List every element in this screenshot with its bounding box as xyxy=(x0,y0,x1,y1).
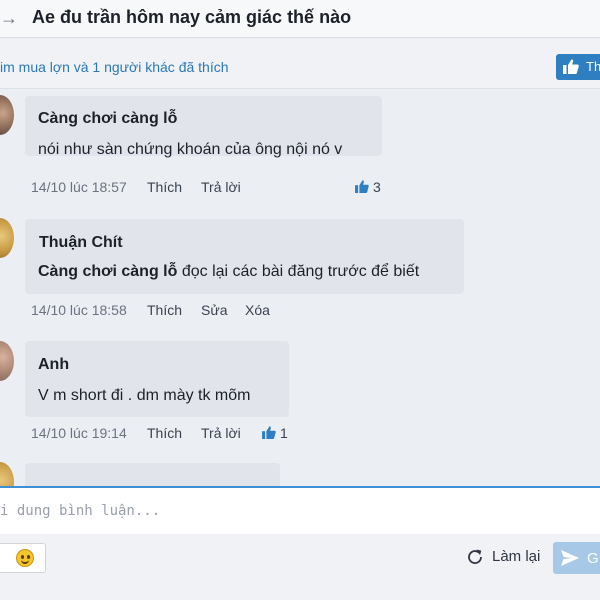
smiley-icon xyxy=(16,549,34,567)
like-button[interactable]: Th xyxy=(556,54,600,80)
like-button-label: Th xyxy=(586,59,600,74)
comment-time: 14/10 lúc 19:14 xyxy=(31,425,127,441)
like-link[interactable]: Thích xyxy=(147,425,182,441)
thread-title: Ae đu trần hôm nay cảm giác thế nào xyxy=(32,7,352,27)
comment-time: 14/10 lúc 18:58 xyxy=(31,302,127,318)
send-icon xyxy=(561,550,579,566)
comment-bubble: Anh V m short đi . dm mày tk mõm xyxy=(25,341,289,417)
comment-text: nói như sàn chứng khoán của ông nội nó v xyxy=(38,141,343,158)
avatar[interactable] xyxy=(0,462,14,486)
comment-bubble xyxy=(25,463,280,486)
delete-link[interactable]: Xóa xyxy=(245,302,270,318)
thumbs-up-icon xyxy=(563,59,579,74)
likes-summary-link[interactable]: im mua lợn và 1 người khác đã thích xyxy=(0,59,229,75)
like-count-value: 1 xyxy=(280,425,288,441)
reset-label: Làm lại xyxy=(492,548,541,565)
send-label: G xyxy=(587,550,599,567)
comment-author[interactable]: Anh xyxy=(38,356,69,374)
mention-link[interactable]: Càng chơi càng lỗ xyxy=(38,263,177,280)
avatar[interactable] xyxy=(0,218,14,258)
send-button[interactable]: G xyxy=(553,542,600,574)
reply-link[interactable]: Trả lời xyxy=(201,425,241,441)
edit-link[interactable]: Sửa xyxy=(201,302,228,318)
thumbs-up-icon xyxy=(262,426,276,439)
comment-list: Càng chơi càng lỗ nói như sàn chứng khoá… xyxy=(0,90,600,486)
comment-bubble: Càng chơi càng lỗ nói như sàn chứng khoá… xyxy=(25,96,382,158)
comment-text-body: đọc lại các bài đăng trước để biết xyxy=(177,263,420,280)
like-link[interactable]: Thích xyxy=(147,302,182,318)
likes-bar: im mua lợn và 1 người khác đã thích xyxy=(0,39,600,89)
refresh-icon xyxy=(468,549,482,564)
comment-author[interactable]: Thuận Chít xyxy=(39,234,123,252)
back-arrow-icon[interactable]: → xyxy=(0,7,18,29)
reply-link[interactable]: Trả lời xyxy=(201,179,241,195)
comment-composer: Làm lại G xyxy=(0,486,600,600)
avatar[interactable] xyxy=(0,341,14,381)
like-link[interactable]: Thích xyxy=(147,179,182,195)
emoji-button[interactable] xyxy=(0,543,46,573)
avatar[interactable] xyxy=(0,95,14,135)
like-count-value: 3 xyxy=(373,179,381,195)
thumbs-up-icon xyxy=(355,180,369,193)
comment-input[interactable] xyxy=(0,488,600,534)
comment-text: Càng chơi càng lỗ đọc lại các bài đăng t… xyxy=(38,263,419,281)
comment-bubble: Thuận Chít Càng chơi càng lỗ đọc lại các… xyxy=(25,219,464,294)
header: → Ae đu trần hôm nay cảm giác thế nào xyxy=(0,0,600,38)
reset-button[interactable]: Làm lại xyxy=(466,546,546,570)
comment-author[interactable]: Càng chơi càng lỗ xyxy=(38,110,177,128)
comment-text: V m short đi . dm mày tk mõm xyxy=(38,387,251,404)
comment-time: 14/10 lúc 18:57 xyxy=(31,179,127,195)
